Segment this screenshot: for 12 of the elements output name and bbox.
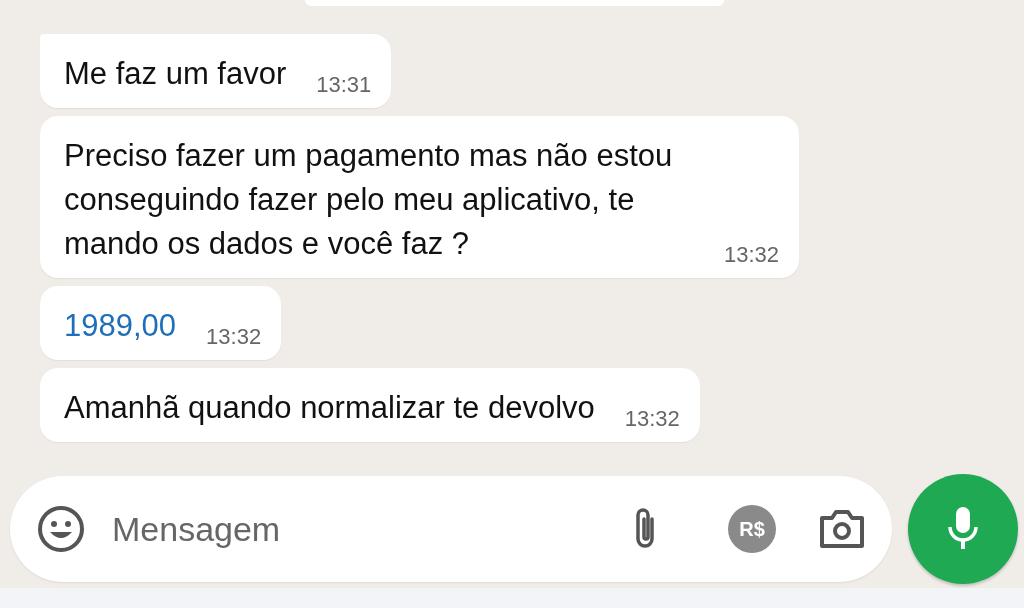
message-link[interactable]: 1989,00 [64,304,177,348]
emoji-icon[interactable] [36,504,86,554]
camera-icon[interactable] [818,508,866,550]
message-text: Me faz um favor [64,55,287,93]
message-field[interactable]: Mensagem R$ [10,476,892,582]
message-time: 13:32 [724,242,780,268]
message-time: 13:32 [624,406,680,432]
message-text: Amanhã quando normalizar te devolvo [64,389,595,427]
message-time: 13:32 [206,324,262,350]
message-text: Preciso fazer um pagamento mas não estou conseguindo fazer pelo meu aplicativo, te mando os dados e você faz ? [64,137,674,263]
message-time: 13:31 [316,72,372,98]
payment-icon[interactable]: R$ [728,505,776,553]
